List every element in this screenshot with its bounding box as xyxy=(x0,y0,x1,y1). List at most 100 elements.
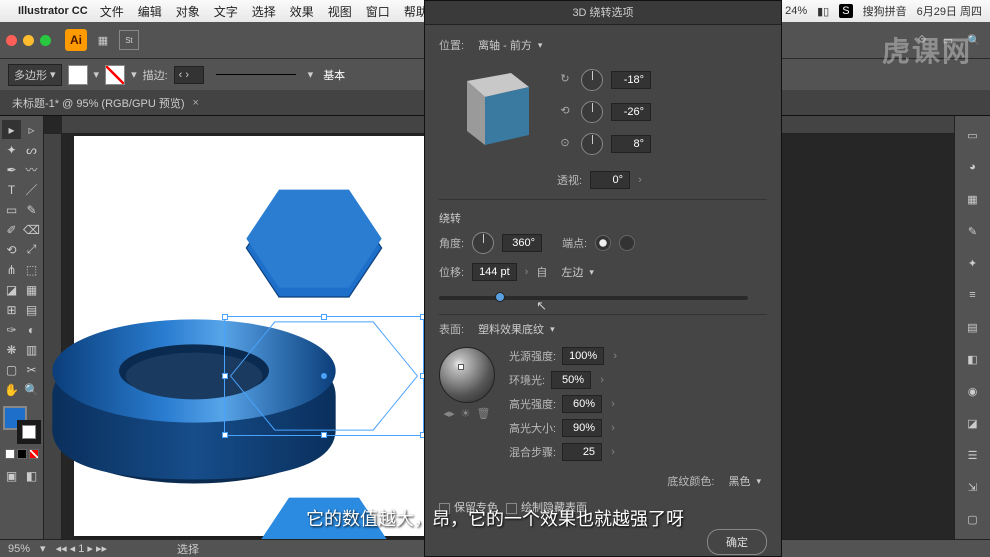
magic-wand-tool[interactable]: ✦ xyxy=(2,140,21,159)
free-transform-tool[interactable]: ⬚ xyxy=(22,260,41,279)
light-delete-icon[interactable]: 🗑 xyxy=(476,407,490,420)
rotate-y-dial[interactable] xyxy=(581,101,603,123)
symbol-sprayer-tool[interactable]: ❋ xyxy=(2,340,21,359)
light-new-icon[interactable]: ☀ xyxy=(461,407,471,420)
selection-tool[interactable]: ▸ xyxy=(2,120,21,139)
type-tool[interactable]: T xyxy=(2,180,21,199)
close-window-button[interactable] xyxy=(6,35,17,46)
rotate-x-dial[interactable] xyxy=(581,69,603,91)
gradient-panel-icon[interactable]: ▤ xyxy=(962,316,984,338)
shaper-tool[interactable]: ✐ xyxy=(2,220,21,239)
eyedropper-tool[interactable]: ✑ xyxy=(2,320,21,339)
color-mode-swatches[interactable] xyxy=(2,449,41,459)
menu-view[interactable]: 视图 xyxy=(328,3,352,20)
appearance-panel-icon[interactable]: ◉ xyxy=(962,380,984,402)
swatches-panel-icon[interactable]: ▦ xyxy=(962,188,984,210)
cap-off-icon[interactable] xyxy=(619,235,635,251)
shade-color-dropdown[interactable]: 黑色 xyxy=(722,471,767,491)
minimize-window-button[interactable] xyxy=(23,35,34,46)
angle-value[interactable]: 360° xyxy=(502,234,542,252)
mesh-tool[interactable]: ⊞ xyxy=(2,300,21,319)
rotate-z-value[interactable]: 8° xyxy=(611,135,651,153)
pen-tool[interactable]: ✒ xyxy=(2,160,21,179)
shape-select[interactable]: 多边形▾ xyxy=(8,64,62,86)
ambient-stepper[interactable]: › xyxy=(597,374,607,386)
menu-file[interactable]: 文件 xyxy=(100,3,124,20)
app-name[interactable]: Illustrator CC xyxy=(18,5,88,17)
blend-steps-stepper[interactable]: › xyxy=(608,446,618,458)
layers-panel-icon[interactable]: ☰ xyxy=(962,444,984,466)
blend-steps-value[interactable]: 25 xyxy=(562,443,602,461)
basic-appearance[interactable]: 基本 xyxy=(323,67,345,83)
screen-mode-normal[interactable]: ▣ xyxy=(2,466,21,485)
position-dropdown[interactable]: 离轴 - 前方 xyxy=(472,35,548,55)
light-intensity-value[interactable]: 100% xyxy=(562,347,604,365)
offset-slider[interactable] xyxy=(439,296,748,300)
color-panel-icon[interactable]: ◕ xyxy=(962,156,984,178)
lasso-tool[interactable]: ᔕ xyxy=(22,140,41,159)
blend-tool[interactable]: ◐ xyxy=(22,320,41,339)
stroke-swatch[interactable] xyxy=(105,65,125,85)
light-intensity-stepper[interactable]: › xyxy=(610,350,620,362)
offset-from-dropdown[interactable]: 左边 xyxy=(555,262,600,282)
slice-tool[interactable]: ✂ xyxy=(22,360,41,379)
angle-dial[interactable] xyxy=(472,232,494,254)
menu-select[interactable]: 选择 xyxy=(252,3,276,20)
cap-on-icon[interactable] xyxy=(595,235,611,251)
line-tool[interactable]: ／ xyxy=(22,180,41,199)
asset-export-panel-icon[interactable]: ⇲ xyxy=(962,476,984,498)
maximize-window-button[interactable] xyxy=(40,35,51,46)
scale-tool[interactable]: ⤢ xyxy=(22,240,41,259)
stroke-profile[interactable] xyxy=(216,74,296,75)
eraser-tool[interactable]: ⌫ xyxy=(22,220,41,239)
artboard-nav[interactable]: ◂◂ ◂ 1 ▸ ▸▸ xyxy=(56,542,107,555)
gradient-tool[interactable]: ▤ xyxy=(22,300,41,319)
perspective-grid-tool[interactable]: ▦ xyxy=(22,280,41,299)
ime-badge[interactable]: S xyxy=(839,4,852,18)
bridge-icon[interactable]: ▦ xyxy=(93,30,113,50)
selection-bounding-box[interactable] xyxy=(224,316,424,436)
width-tool[interactable]: ⋔ xyxy=(2,260,21,279)
direct-selection-tool[interactable]: ▹ xyxy=(22,120,41,139)
ambient-value[interactable]: 50% xyxy=(551,371,591,389)
highlight-size-value[interactable]: 90% xyxy=(562,419,602,437)
hand-tool[interactable]: ✋ xyxy=(2,380,21,399)
light-back-icon[interactable]: ◂▸ xyxy=(444,407,455,420)
artboard-tool[interactable]: ▢ xyxy=(2,360,21,379)
light-sphere[interactable] xyxy=(439,347,495,403)
menu-type[interactable]: 文字 xyxy=(214,3,238,20)
curvature-tool[interactable]: 〰 xyxy=(22,160,41,179)
stroke-panel-icon[interactable]: ≡ xyxy=(962,284,984,306)
transparency-panel-icon[interactable]: ◧ xyxy=(962,348,984,370)
graphic-styles-panel-icon[interactable]: ◪ xyxy=(962,412,984,434)
fill-swatch[interactable] xyxy=(68,65,88,85)
highlight-intensity-value[interactable]: 60% xyxy=(562,395,602,413)
surface-dropdown[interactable]: 塑料效果底纹 xyxy=(472,319,561,339)
screen-mode-toggle[interactable]: ◧ xyxy=(22,466,41,485)
rotate-z-dial[interactable] xyxy=(581,133,603,155)
rectangle-tool[interactable]: ▭ xyxy=(2,200,21,219)
ok-button[interactable]: 确定 xyxy=(707,529,767,555)
offset-value[interactable]: 144 pt xyxy=(472,263,517,281)
offset-stepper[interactable]: › xyxy=(525,266,529,278)
symbols-panel-icon[interactable]: ✦ xyxy=(962,252,984,274)
column-graph-tool[interactable]: ▥ xyxy=(22,340,41,359)
menu-edit[interactable]: 编辑 xyxy=(138,3,162,20)
paintbrush-tool[interactable]: ✎ xyxy=(22,200,41,219)
menu-effect[interactable]: 效果 xyxy=(290,3,314,20)
perspective-stepper[interactable]: › xyxy=(638,174,642,186)
rotate-x-value[interactable]: -18° xyxy=(611,71,651,89)
stock-icon[interactable]: St xyxy=(119,30,139,50)
menu-object[interactable]: 对象 xyxy=(176,3,200,20)
highlight-size-stepper[interactable]: › xyxy=(608,422,618,434)
shape-builder-tool[interactable]: ◪ xyxy=(2,280,21,299)
rotate-y-value[interactable]: -26° xyxy=(611,103,651,121)
zoom-level[interactable]: 95% xyxy=(8,543,30,555)
highlight-intensity-stepper[interactable]: › xyxy=(608,398,618,410)
fill-stroke-swatches[interactable] xyxy=(3,406,41,444)
rotation-cube-preview[interactable] xyxy=(449,63,539,153)
perspective-value[interactable]: 0° xyxy=(590,171,630,189)
brushes-panel-icon[interactable]: ✎ xyxy=(962,220,984,242)
menu-window[interactable]: 窗口 xyxy=(366,3,390,20)
artboards-panel-icon[interactable]: ▢ xyxy=(962,508,984,530)
